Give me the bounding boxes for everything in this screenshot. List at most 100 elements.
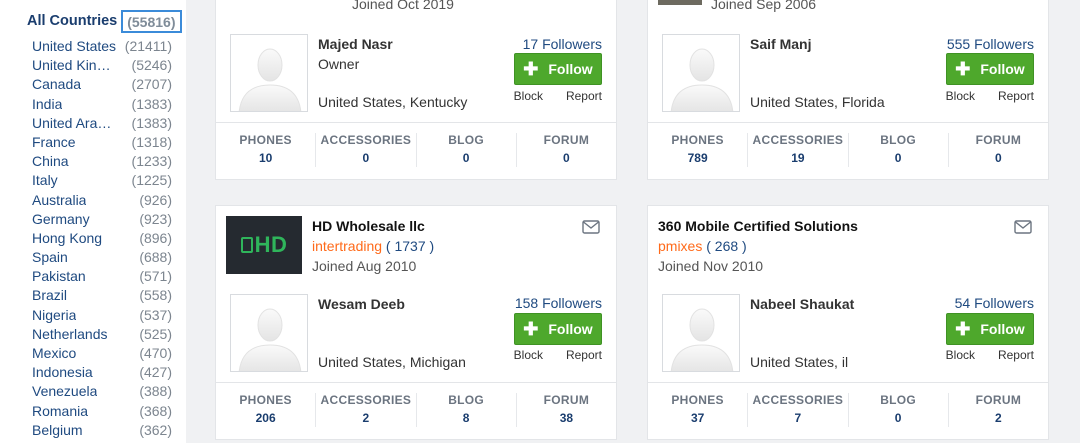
country-item[interactable]: Netherlands (525) xyxy=(32,325,172,344)
stat-accessories[interactable]: ACCESSORIES 19 xyxy=(748,133,849,167)
company-name[interactable]: HD Wholesale llc xyxy=(312,218,425,234)
country-item[interactable]: United Ara… (1383) xyxy=(32,114,172,133)
country-count: (5246) xyxy=(131,57,172,74)
envelope-icon[interactable] xyxy=(582,220,600,234)
country-item[interactable]: Pakistan (571) xyxy=(32,267,172,286)
country-item[interactable]: Romania (368) xyxy=(32,402,172,421)
stat-blog[interactable]: BLOG 0 xyxy=(417,133,517,167)
stat-blog[interactable]: BLOG 0 xyxy=(849,393,949,427)
followers-count[interactable]: 17 Followers xyxy=(523,36,602,52)
country-item[interactable]: Indonesia (427) xyxy=(32,363,172,382)
avatar[interactable] xyxy=(230,34,308,112)
country-item[interactable]: Canada (2707) xyxy=(32,75,172,94)
stat-forum[interactable]: FORUM 0 xyxy=(949,133,1048,167)
country-name[interactable]: Pakistan xyxy=(32,267,86,286)
country-name[interactable]: Venezuela xyxy=(32,382,97,401)
country-item[interactable]: Hong Kong (896) xyxy=(32,229,172,248)
company-logo[interactable] xyxy=(658,0,702,5)
person-placeholder-icon xyxy=(238,48,302,111)
country-name[interactable]: United Ara… xyxy=(32,114,111,133)
follow-button[interactable]: ✚ Follow xyxy=(514,53,602,85)
stat-accessories[interactable]: ACCESSORIES 2 xyxy=(316,393,417,427)
country-item[interactable]: India (1383) xyxy=(32,95,172,114)
company-logo[interactable]: HD xyxy=(226,216,302,274)
country-name[interactable]: Spain xyxy=(32,248,68,267)
followers-count[interactable]: 54 Followers xyxy=(955,295,1034,311)
country-item[interactable]: China (1233) xyxy=(32,152,172,171)
country-item[interactable]: Germany (923) xyxy=(32,210,172,229)
country-item[interactable]: France (1318) xyxy=(32,133,172,152)
country-item[interactable]: Italy (1225) xyxy=(32,171,172,190)
block-link[interactable]: Block xyxy=(514,89,543,103)
country-name[interactable]: Australia xyxy=(32,191,86,210)
contact-name[interactable]: Wesam Deeb xyxy=(318,296,405,312)
country-name[interactable]: Canada xyxy=(32,75,81,94)
followers-count[interactable]: 555 Followers xyxy=(947,36,1034,52)
follow-button[interactable]: ✚ Follow xyxy=(946,53,1034,85)
block-link[interactable]: Block xyxy=(946,348,975,362)
country-item[interactable]: Spain (688) xyxy=(32,248,172,267)
stat-label: ACCESSORIES xyxy=(752,133,844,147)
country-name[interactable]: France xyxy=(32,133,76,152)
report-link[interactable]: Report xyxy=(566,348,602,362)
stat-phones[interactable]: PHONES 37 xyxy=(648,393,749,427)
logo-text: HD xyxy=(254,232,288,257)
report-link[interactable]: Report xyxy=(998,348,1034,362)
contact-name[interactable]: Majed Nasr xyxy=(318,36,393,52)
stat-blog[interactable]: BLOG 8 xyxy=(417,393,517,427)
stat-forum[interactable]: FORUM 2 xyxy=(949,393,1048,427)
stat-phones[interactable]: PHONES 789 xyxy=(648,133,749,167)
avatar[interactable] xyxy=(662,34,740,112)
country-item[interactable]: Venezuela (388) xyxy=(32,382,172,401)
country-name[interactable]: Mexico xyxy=(32,344,76,363)
report-link[interactable]: Report xyxy=(566,89,602,103)
company-name[interactable]: 360 Mobile Certified Solutions xyxy=(658,218,858,234)
avatar[interactable] xyxy=(230,294,308,372)
contact-name[interactable]: Nabeel Shaukat xyxy=(750,296,854,312)
contact-name[interactable]: Saif Manj xyxy=(750,36,811,52)
rating-score: ( 1737 ) xyxy=(382,238,435,254)
stat-value: 7 xyxy=(794,411,802,425)
stat-blog[interactable]: BLOG 0 xyxy=(849,133,949,167)
avatar[interactable] xyxy=(662,294,740,372)
country-item[interactable]: Australia (926) xyxy=(32,191,172,210)
stat-forum[interactable]: FORUM 38 xyxy=(517,393,616,427)
country-name[interactable]: Indonesia xyxy=(32,363,93,382)
country-name[interactable]: Nigeria xyxy=(32,306,76,325)
country-name[interactable]: China xyxy=(32,152,69,171)
envelope-icon[interactable] xyxy=(1014,220,1032,234)
block-link[interactable]: Block xyxy=(514,348,543,362)
country-name[interactable]: Netherlands xyxy=(32,325,108,344)
report-link[interactable]: Report xyxy=(998,89,1034,103)
block-link[interactable]: Block xyxy=(946,89,975,103)
country-name[interactable]: India xyxy=(32,95,62,114)
all-countries-label[interactable]: All Countries xyxy=(27,13,117,29)
stat-forum[interactable]: FORUM 0 xyxy=(517,133,616,167)
country-name[interactable]: United States xyxy=(32,37,116,56)
username-link[interactable]: pmixes xyxy=(658,238,702,254)
country-name[interactable]: Belgium xyxy=(32,421,83,440)
country-name[interactable]: Romania xyxy=(32,402,88,421)
all-countries-row[interactable]: All Countries (55816) xyxy=(27,8,182,34)
stat-label: PHONES xyxy=(671,133,724,147)
country-item[interactable]: Nigeria (537) xyxy=(32,306,172,325)
country-name[interactable]: United Kin… xyxy=(32,56,111,75)
stat-accessories[interactable]: ACCESSORIES 7 xyxy=(748,393,849,427)
country-name[interactable]: Italy xyxy=(32,171,58,190)
stat-phones[interactable]: PHONES 10 xyxy=(216,133,317,167)
username-link[interactable]: intertrading xyxy=(312,238,382,254)
followers-count[interactable]: 158 Followers xyxy=(515,295,602,311)
follow-button[interactable]: ✚ Follow xyxy=(514,313,602,345)
stat-accessories[interactable]: ACCESSORIES 0 xyxy=(316,133,417,167)
country-name[interactable]: Germany xyxy=(32,210,90,229)
country-item[interactable]: Brazil (558) xyxy=(32,286,172,305)
country-item[interactable]: Belgium (362) xyxy=(32,421,172,440)
follow-button[interactable]: ✚ Follow xyxy=(946,313,1034,345)
country-item[interactable]: Mexico (470) xyxy=(32,344,172,363)
country-item[interactable]: United States (21411) xyxy=(32,37,172,56)
country-name[interactable]: Hong Kong xyxy=(32,229,102,248)
stat-phones[interactable]: PHONES 206 xyxy=(216,393,317,427)
country-name[interactable]: Brazil xyxy=(32,286,67,305)
company-username: pmixes ( 268 ) xyxy=(658,238,747,254)
country-item[interactable]: United Kin… (5246) xyxy=(32,56,172,75)
